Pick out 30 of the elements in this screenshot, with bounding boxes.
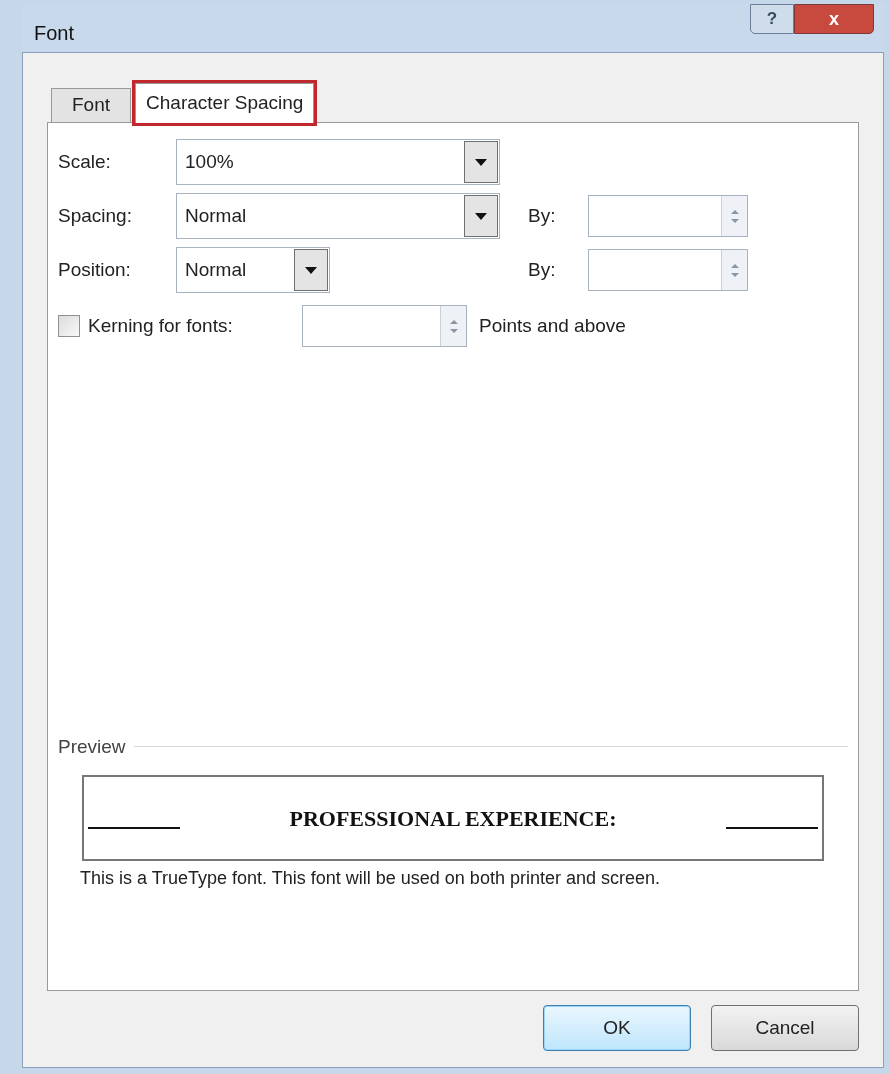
tab[interactable]: Character Spacing — [135, 83, 315, 123]
checkbox[interactable] — [58, 315, 80, 337]
dropdown[interactable]: 100% — [176, 139, 500, 185]
field-label: By: — [528, 203, 557, 228]
spin-arrows-icon[interactable] — [721, 250, 747, 290]
close-button[interactable]: x — [794, 4, 874, 34]
caret-icon[interactable] — [464, 195, 498, 237]
dropdown[interactable]: Normal — [176, 193, 500, 239]
font-note: This is a TrueType font. This font will be used on both printer and screen. — [80, 867, 661, 890]
spin-field[interactable] — [588, 195, 748, 237]
units-label: Points and above — [479, 313, 626, 338]
spin-field[interactable] — [588, 249, 748, 291]
window-title: Font — [33, 21, 75, 46]
section-label: Preview — [58, 734, 126, 759]
tab[interactable]: Font — [51, 88, 132, 122]
field-label: By: — [528, 257, 557, 282]
field-label: Spacing: — [58, 203, 133, 228]
caret-icon[interactable] — [294, 249, 328, 291]
dialog-button[interactable]: Cancel — [711, 1005, 859, 1051]
field-label: Position: — [58, 257, 132, 282]
spin-arrows-icon[interactable] — [721, 196, 747, 236]
spin-field[interactable] — [302, 305, 467, 347]
dialog-button[interactable]: OK — [543, 1005, 691, 1051]
spin-arrows-icon[interactable] — [440, 306, 466, 346]
preview-text: PROFESSIONAL EXPERIENCE: — [289, 804, 617, 833]
field-label: Scale: — [58, 149, 112, 174]
dropdown[interactable]: Normal — [176, 247, 330, 293]
checkbox-label: Kerning for fonts: — [88, 313, 234, 338]
caret-icon[interactable] — [464, 141, 498, 183]
help-button[interactable]: ? — [750, 4, 794, 34]
